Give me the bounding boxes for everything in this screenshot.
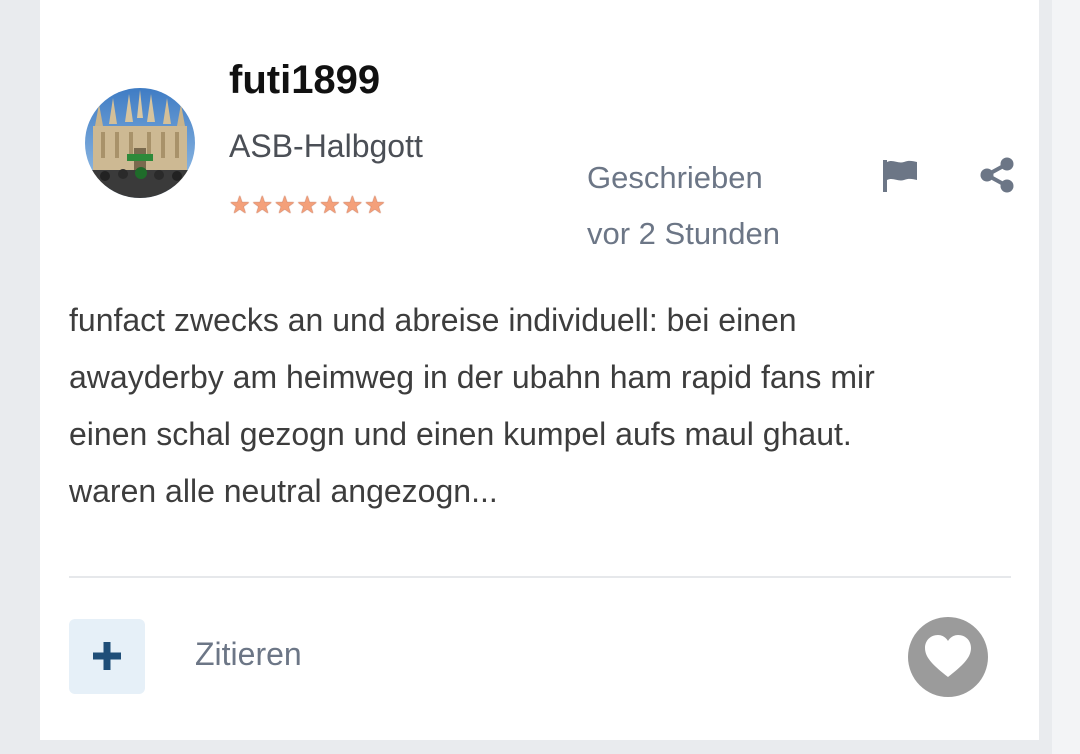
page-edge [1052, 0, 1080, 754]
time-ago[interactable]: vor 2 Stunden [587, 206, 847, 262]
post-content-line: awayderby am heimweg in der ubahn ham ra… [69, 359, 875, 395]
quote-button[interactable]: Zitieren [195, 636, 302, 673]
flag-icon[interactable] [880, 156, 920, 196]
author-name[interactable]: futi1899 [229, 58, 380, 103]
multiquote-button[interactable] [69, 619, 145, 694]
share-icon[interactable] [977, 155, 1017, 195]
author-avatar[interactable] [85, 88, 195, 198]
written-label: Geschrieben [587, 160, 763, 195]
heart-icon [925, 635, 971, 677]
post-footer-divider [69, 576, 1011, 578]
rank-stars: ★★★★★★★ [229, 192, 387, 219]
author-rank: ASB-Halbgott [229, 128, 423, 164]
post-content-line: funfact zwecks an und abreise individuel… [69, 302, 797, 338]
post-content-line: einen schal gezogn und einen kumpel aufs… [69, 416, 852, 452]
plus-icon [93, 642, 121, 670]
post-content-line: waren alle neutral angezogn... [69, 473, 498, 509]
avatar-cathedral-image [85, 88, 195, 198]
post-content: funfact zwecks an und abreise individuel… [69, 292, 999, 520]
like-button[interactable] [908, 617, 988, 697]
post-timestamp: Geschrieben vor 2 Stunden [587, 150, 847, 262]
